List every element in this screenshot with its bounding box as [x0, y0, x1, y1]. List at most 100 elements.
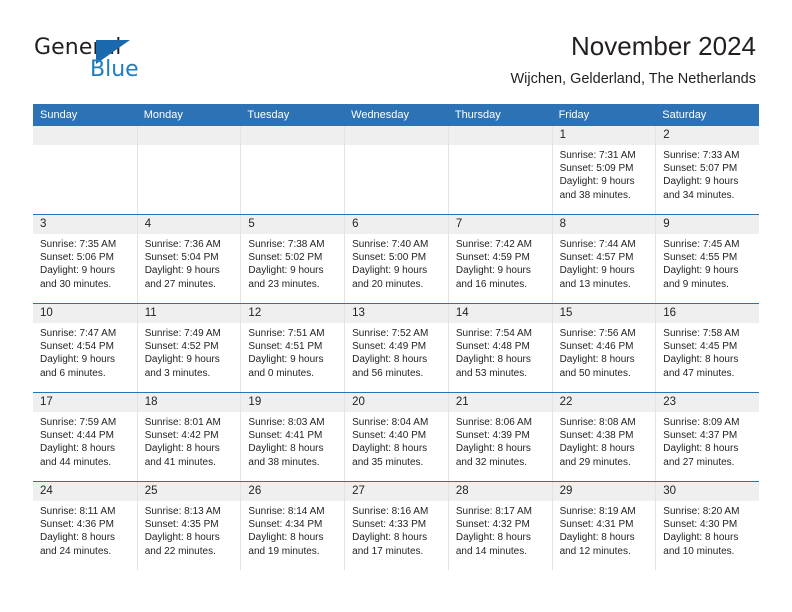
day-number-band	[137, 126, 241, 145]
day-number-band: 28	[448, 482, 552, 501]
daylight-text-line2: and 12 minutes.	[559, 545, 631, 557]
daylight-text-line2: and 0 minutes.	[248, 367, 315, 379]
sunset-text: Sunset: 4:31 PM	[559, 519, 634, 531]
day-cell[interactable]: 3 Sunrise: 7:35 AM Sunset: 5:06 PM Daylight…	[33, 215, 137, 303]
calendar-week-row: 24 Sunrise: 8:11 AM Sunset: 4:36 PM Dayligh…	[33, 481, 759, 570]
day-cell[interactable]: 2 Sunrise: 7:33 AM Sunset: 5:07 PM Daylight…	[655, 126, 759, 214]
day-cell[interactable]: 10 Sunrise: 7:47 AM Sunset: 4:54 PM Dayligh…	[33, 304, 137, 392]
day-cell[interactable]: 29 Sunrise: 8:19 AM Sunset: 4:31 PM Dayligh…	[551, 482, 656, 570]
sunrise-text: Sunrise: 7:35 AM	[40, 239, 117, 250]
page-title: November 2024	[571, 31, 756, 61]
day-number: 24	[40, 485, 53, 497]
day-number: 11	[144, 307, 157, 319]
day-number-band: 19	[241, 393, 345, 412]
day-cell[interactable]: 19 Sunrise: 8:03 AM Sunset: 4:41 PM Dayligh…	[240, 393, 345, 481]
daylight-text-line2: and 38 minutes.	[559, 189, 631, 201]
sunset-text: Sunset: 4:35 PM	[144, 519, 219, 531]
page-header: General Blue November 2024 Wijchen, Geld…	[0, 0, 792, 100]
daylight-text-line1: Daylight: 8 hours	[455, 354, 531, 366]
sunrise-text: Sunrise: 7:59 AM	[40, 417, 117, 428]
sunset-text: Sunset: 4:51 PM	[248, 341, 323, 353]
daylight-text-line1: Daylight: 9 hours	[663, 176, 739, 188]
day-cell[interactable]: 11 Sunrise: 7:49 AM Sunset: 4:52 PM Dayligh…	[136, 304, 241, 392]
daylight-text-line2: and 32 minutes.	[455, 456, 528, 468]
day-detail: Sunrise: 7:42 AM Sunset: 4:59 PM Daylight:…	[449, 234, 552, 291]
sunset-text: Sunset: 5:07 PM	[663, 163, 738, 175]
day-number-band: 6	[345, 215, 448, 234]
daylight-text-line2: and 38 minutes.	[248, 456, 320, 468]
day-cell[interactable]: 18 Sunrise: 8:01 AM Sunset: 4:42 PM Dayligh…	[136, 393, 241, 481]
day-number: 29	[559, 485, 573, 497]
sunrise-text: Sunrise: 7:38 AM	[248, 239, 325, 250]
sunrise-text: Sunrise: 7:51 AM	[248, 328, 325, 339]
day-cell[interactable]: 21 Sunrise: 8:06 AM Sunset: 4:39 PM Dayligh…	[447, 393, 552, 481]
daylight-text-line1: Daylight: 9 hours	[40, 265, 116, 277]
daylight-text-line1: Daylight: 8 hours	[248, 532, 324, 544]
daylight-text-line1: Daylight: 8 hours	[663, 354, 739, 366]
daylight-text-line2: and 9 minutes.	[663, 278, 729, 290]
day-number: 14	[455, 307, 469, 319]
day-number-band: 22	[552, 393, 656, 412]
day-cell[interactable]: 20 Sunrise: 8:04 AM Sunset: 4:40 PM Dayligh…	[344, 393, 448, 481]
daylight-text-line2: and 29 minutes.	[559, 456, 631, 468]
day-cell[interactable]: 4 Sunrise: 7:36 AM Sunset: 5:04 PM Daylight…	[136, 215, 241, 303]
day-cell[interactable]: 22 Sunrise: 8:08 AM Sunset: 4:38 PM Dayligh…	[551, 393, 656, 481]
day-cell[interactable]: 6 Sunrise: 7:40 AM Sunset: 5:00 PM Daylight…	[344, 215, 448, 303]
day-cell[interactable]: 9 Sunrise: 7:45 AM Sunset: 4:55 PM Daylight…	[655, 215, 759, 303]
day-cell[interactable]: 16 Sunrise: 7:58 AM Sunset: 4:45 PM Dayligh…	[655, 304, 759, 392]
daylight-text-line1: Daylight: 9 hours	[144, 265, 220, 277]
day-cell[interactable]: 5 Sunrise: 7:38 AM Sunset: 5:02 PM Daylight…	[240, 215, 345, 303]
calendar-grid: Sunday Monday Tuesday Wednesday Thursday…	[33, 104, 759, 570]
day-number: 25	[144, 485, 158, 497]
day-cell[interactable]: 15 Sunrise: 7:56 AM Sunset: 4:46 PM Dayligh…	[551, 304, 656, 392]
sunrise-text: Sunrise: 8:19 AM	[559, 506, 636, 517]
day-cell[interactable]: 23 Sunrise: 8:09 AM Sunset: 4:37 PM Dayligh…	[655, 393, 759, 481]
general-blue-logo[interactable]: General Blue	[34, 36, 234, 88]
day-cell[interactable]: 13 Sunrise: 7:52 AM Sunset: 4:49 PM Dayligh…	[344, 304, 448, 392]
day-cell[interactable]: 8 Sunrise: 7:44 AM Sunset: 4:57 PM Daylight…	[551, 215, 656, 303]
day-cell[interactable]: 25 Sunrise: 8:13 AM Sunset: 4:35 PM Dayligh…	[136, 482, 241, 570]
day-cell-empty	[136, 126, 241, 214]
day-cell[interactable]: 24 Sunrise: 8:11 AM Sunset: 4:36 PM Dayligh…	[33, 482, 137, 570]
day-number-band: 9	[656, 215, 759, 234]
day-cell[interactable]: 30 Sunrise: 8:20 AM Sunset: 4:30 PM Dayligh…	[655, 482, 759, 570]
daylight-text-line1: Daylight: 9 hours	[559, 176, 635, 188]
day-cell[interactable]: 14 Sunrise: 7:54 AM Sunset: 4:48 PM Dayligh…	[447, 304, 552, 392]
day-cell[interactable]: 7 Sunrise: 7:42 AM Sunset: 4:59 PM Daylight…	[447, 215, 552, 303]
daylight-text-line1: Daylight: 8 hours	[663, 443, 739, 455]
sunrise-text: Sunrise: 7:49 AM	[144, 328, 221, 339]
day-detail: Sunrise: 8:17 AM Sunset: 4:32 PM Daylight:…	[449, 501, 552, 558]
day-cell[interactable]: 1 Sunrise: 7:31 AM Sunset: 5:09 PM Daylight…	[551, 126, 656, 214]
daylight-text-line2: and 20 minutes.	[352, 278, 424, 290]
daylight-text-line1: Daylight: 8 hours	[559, 443, 635, 455]
sunset-text: Sunset: 4:44 PM	[40, 430, 114, 442]
day-number-band	[241, 126, 345, 145]
day-number-band: 18	[137, 393, 241, 412]
logo-word-blue: Blue	[90, 57, 139, 82]
sunrise-text: Sunrise: 8:14 AM	[248, 506, 325, 517]
daylight-text-line2: and 10 minutes.	[663, 545, 735, 557]
day-detail: Sunrise: 8:16 AM Sunset: 4:33 PM Daylight:…	[345, 501, 448, 558]
day-number-band: 10	[33, 304, 137, 323]
day-cell[interactable]: 12 Sunrise: 7:51 AM Sunset: 4:51 PM Dayligh…	[240, 304, 345, 392]
sunset-text: Sunset: 4:34 PM	[248, 519, 323, 531]
day-detail: Sunrise: 7:56 AM Sunset: 4:46 PM Daylight:…	[553, 323, 656, 380]
day-cell[interactable]: 28 Sunrise: 8:17 AM Sunset: 4:32 PM Dayligh…	[447, 482, 552, 570]
day-detail: Sunrise: 7:58 AM Sunset: 4:45 PM Daylight:…	[656, 323, 759, 380]
day-cell-empty	[447, 126, 552, 214]
day-cell[interactable]: 27 Sunrise: 8:16 AM Sunset: 4:33 PM Dayligh…	[344, 482, 448, 570]
day-detail: Sunrise: 7:35 AM Sunset: 5:06 PM Daylight:…	[33, 234, 137, 291]
day-number: 8	[559, 218, 566, 230]
daylight-text-line2: and 56 minutes.	[352, 367, 424, 379]
day-number-band	[33, 126, 137, 145]
day-number-band	[345, 126, 448, 145]
sunset-text: Sunset: 5:06 PM	[40, 252, 114, 264]
day-number: 17	[40, 396, 53, 408]
day-cell[interactable]: 17 Sunrise: 7:59 AM Sunset: 4:44 PM Dayligh…	[33, 393, 137, 481]
day-number: 12	[248, 307, 262, 319]
daylight-text-line1: Daylight: 8 hours	[455, 532, 531, 544]
day-number: 7	[455, 218, 463, 230]
day-cell[interactable]: 26 Sunrise: 8:14 AM Sunset: 4:34 PM Dayligh…	[240, 482, 345, 570]
day-number: 4	[144, 218, 152, 230]
sunrise-text: Sunrise: 7:56 AM	[559, 328, 636, 339]
